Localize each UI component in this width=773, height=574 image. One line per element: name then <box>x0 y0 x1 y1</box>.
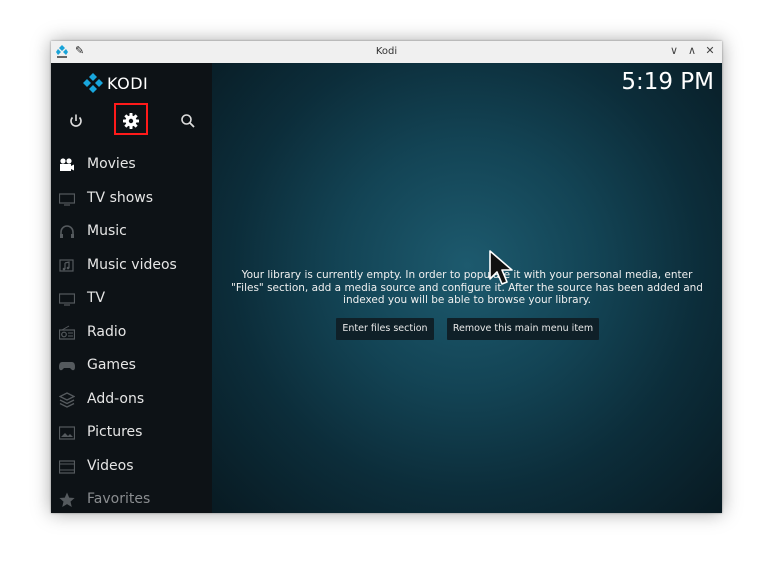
message-line: indexed you will be able to browse your … <box>343 294 591 306</box>
sidebar-item-label: Videos <box>87 457 134 474</box>
sidebar-item-label: Music videos <box>87 256 177 273</box>
sidebar-item-label: Favorites <box>87 491 151 507</box>
remove-menu-item-button[interactable]: Remove this main menu item <box>447 318 599 340</box>
empty-library-message: Your library is currently empty. In orde… <box>222 269 712 307</box>
favorites-icon <box>59 492 75 507</box>
sidebar-item-label: TV shows <box>87 189 154 206</box>
addons-icon <box>59 391 75 408</box>
sidebar: KODI Movies TV shows Music Music videos … <box>51 63 212 513</box>
sidebar-item-radio[interactable]: Radio <box>51 317 212 351</box>
sidebar-item-label: Movies <box>87 156 136 172</box>
music-videos-icon <box>59 258 74 272</box>
mouse-cursor-icon <box>489 250 513 285</box>
sidebar-item-favorites[interactable]: Favorites <box>51 484 212 513</box>
clock: 5:19 PM <box>621 69 714 95</box>
videos-icon <box>59 459 75 474</box>
pictures-icon <box>59 426 75 440</box>
power-icon[interactable] <box>66 111 86 131</box>
sidebar-item-games[interactable]: Games <box>51 350 212 384</box>
sidebar-item-label: Games <box>87 357 136 373</box>
kodi-window: ✎ Kodi ∨ ∧ ✕ KODI Movies TV shows Music … <box>51 41 722 513</box>
enter-files-button[interactable]: Enter files section <box>336 318 434 340</box>
sidebar-item-movies[interactable]: Movies <box>51 149 212 183</box>
minimize-icon[interactable]: ∨ <box>667 44 681 57</box>
sidebar-item-music-videos[interactable]: Music videos <box>51 250 212 284</box>
maximize-icon[interactable]: ∧ <box>685 44 699 57</box>
gear-icon[interactable] <box>121 111 141 131</box>
kodi-logo-icon <box>83 73 103 93</box>
message-line: "Files" section, add a media source and … <box>231 281 703 294</box>
close-icon[interactable]: ✕ <box>703 44 717 57</box>
sidebar-item-music[interactable]: Music <box>51 216 212 250</box>
window-title: Kodi <box>375 46 398 57</box>
sidebar-item-pictures[interactable]: Pictures <box>51 417 212 451</box>
sidebar-item-label: Pictures <box>87 424 143 440</box>
tv-icon <box>59 293 75 306</box>
kodi-brand-text: KODI <box>107 74 149 93</box>
sidebar-item-tv[interactable]: TV <box>51 283 212 317</box>
music-icon <box>60 225 74 238</box>
message-line: Your library is currently empty. In orde… <box>241 269 693 281</box>
sidebar-item-tv-shows[interactable]: TV shows <box>51 183 212 217</box>
tv-shows-icon <box>59 192 75 206</box>
sidebar-item-addons[interactable]: Add-ons <box>51 384 212 418</box>
games-icon <box>59 362 75 371</box>
main-menu: Movies TV shows Music Music videos TV Ra… <box>51 149 212 513</box>
sidebar-item-label: TV <box>87 290 106 306</box>
movies-icon <box>60 158 74 171</box>
radio-icon <box>59 325 75 340</box>
main-content: 5:19 PM Your library is currently empty.… <box>212 63 722 513</box>
title-bar: ✎ Kodi ∨ ∧ ✕ <box>51 41 722 64</box>
sidebar-item-label: Add-ons <box>87 390 145 407</box>
sidebar-item-videos[interactable]: Videos <box>51 451 212 485</box>
sidebar-item-label: Music <box>87 223 127 239</box>
sidebar-item-label: Radio <box>87 323 127 340</box>
search-icon[interactable] <box>178 111 198 131</box>
